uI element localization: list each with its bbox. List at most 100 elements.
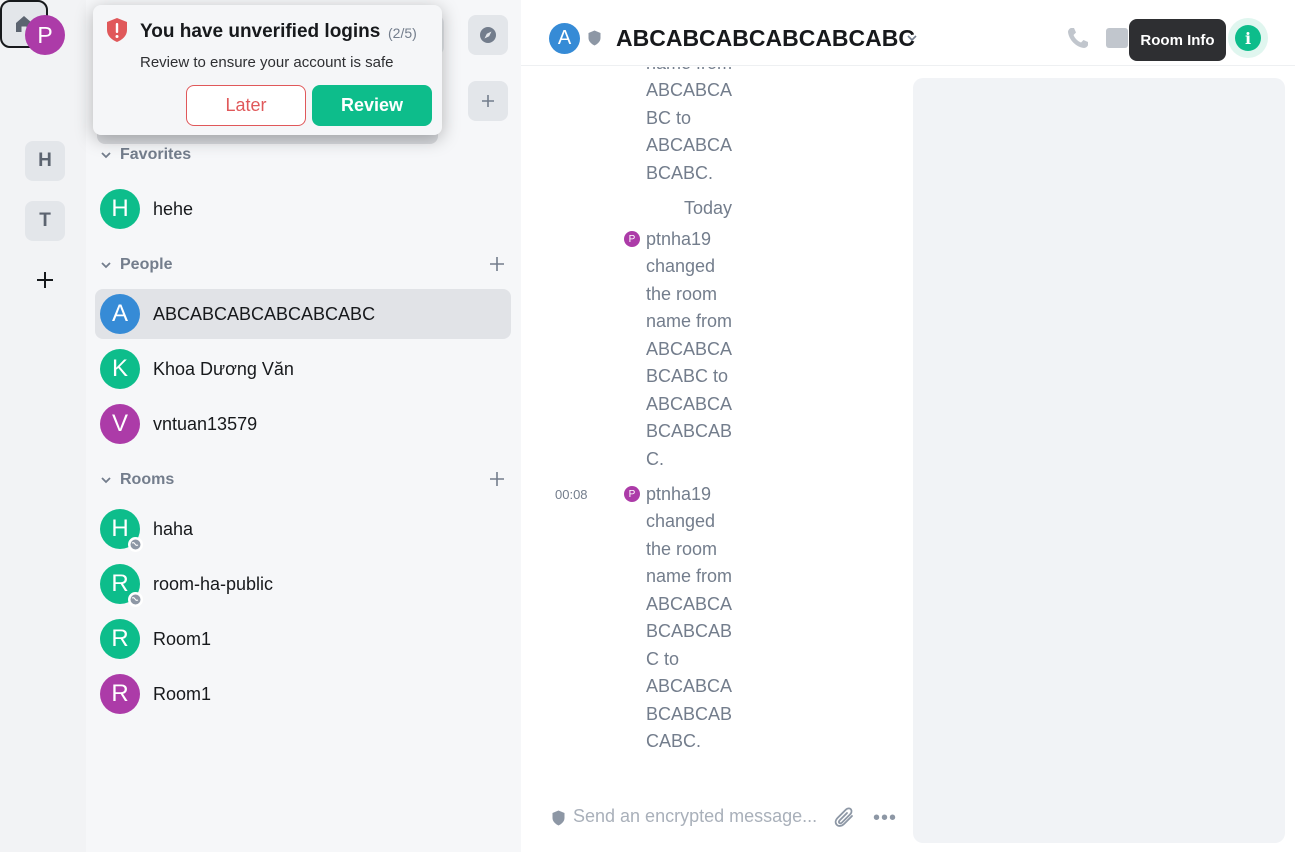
room-name: ABCABCABCABCABCABC [153, 303, 376, 324]
user-avatar[interactable]: P [25, 15, 65, 55]
event-text-line: name from [646, 67, 732, 78]
section-title: People [120, 256, 173, 273]
add-person-plus-icon[interactable] [489, 256, 505, 272]
event-text-line: ABCABCA [646, 135, 733, 155]
sender-avatar[interactable]: P [624, 486, 640, 502]
create-space-plus-icon[interactable] [33, 268, 57, 292]
event-timestamp: 00:08 [555, 487, 588, 502]
event-text-line: ptnha19 [646, 484, 712, 504]
unverified-logins-toast: You have unverified logins (2/5) Review … [93, 5, 442, 135]
room-name: hehe [153, 198, 194, 219]
room-avatar: A [100, 294, 140, 334]
event-text-line: ptnha19 [646, 229, 712, 249]
add-room-plus-icon[interactable] [489, 471, 505, 487]
room-name: Room1 [153, 628, 212, 649]
event-text-line: ABCABCA [646, 594, 733, 614]
event-text-line: ABCABCA [646, 394, 733, 414]
event-text-line: ABCABCA [646, 676, 733, 696]
room-name: haha [153, 518, 194, 539]
message-input[interactable]: Send an encrypted message... [573, 806, 817, 827]
room-title[interactable]: ABCABCABCABCABCABC [616, 25, 915, 52]
event-text-line: C to [646, 649, 680, 669]
room-name: vntuan13579 [153, 413, 258, 434]
space-h[interactable]: H [25, 141, 65, 181]
review-button[interactable]: Review [312, 85, 432, 126]
chevron-down-icon[interactable] [906, 32, 918, 44]
room-name: Room1 [153, 683, 212, 704]
space-t[interactable]: T [25, 201, 65, 241]
room-header: A ABCABCABCABCABCABC Room Info i [521, 0, 1295, 66]
event-text-line: name from [646, 566, 733, 586]
event-text-line: ABCABCA [646, 339, 733, 359]
encryption-shield-icon [588, 30, 601, 46]
room-row-room1-green[interactable]: R Room1 [95, 614, 511, 664]
room-row-hehe[interactable]: H hehe [95, 184, 511, 234]
add-room-button[interactable] [468, 81, 508, 121]
space-bar: P H T [0, 0, 86, 852]
favorites-section-header[interactable]: Favorites [100, 144, 191, 166]
room-avatar: R [100, 564, 143, 607]
room-header-avatar[interactable]: A [549, 23, 580, 54]
chevron-down-icon [101, 152, 111, 159]
more-options-icon[interactable]: ••• [873, 807, 897, 830]
room-info-tooltip: Room Info [1129, 19, 1226, 61]
explore-rooms-button[interactable] [468, 15, 508, 55]
toast-title: You have unverified logins [140, 21, 381, 42]
voice-call-icon[interactable] [1065, 25, 1091, 51]
warning-shield-icon [107, 18, 127, 42]
later-button[interactable]: Later [186, 85, 306, 126]
event-text-line: ABCABCA [646, 80, 733, 100]
avatar-initial: H [111, 515, 129, 542]
room-avatar: V [100, 404, 140, 444]
event-text-line: BCABC to [646, 366, 729, 386]
room-avatar: R [100, 619, 140, 659]
room-row-room-ha-public[interactable]: R room-ha-public [95, 559, 511, 609]
timeline: name from ABCABCA BC to ABCABCA BCABC. T… [521, 67, 911, 787]
compass-icon [480, 27, 496, 43]
event-text-line: changed [646, 256, 716, 276]
room-row-haha[interactable]: H haha [95, 504, 511, 554]
event-text-line: BCABCAB [646, 421, 733, 441]
encryption-shield-icon [552, 810, 565, 826]
video-call-icon[interactable] [1106, 28, 1128, 48]
paperclip-icon[interactable] [833, 805, 857, 831]
room-row-abcabc[interactable]: A ABCABCABCABCABCABC [95, 289, 511, 339]
room-info-button[interactable]: i [1228, 18, 1268, 58]
toast-description: Review to ensure your account is safe [140, 54, 394, 71]
avatar-initial: R [111, 570, 129, 597]
rooms-section-header[interactable]: Rooms [100, 469, 174, 491]
room-row-vntuan[interactable]: V vntuan13579 [95, 399, 511, 449]
people-section-header[interactable]: People [100, 254, 172, 276]
event-text-line: the room [646, 539, 718, 559]
section-title: Favorites [120, 146, 192, 163]
public-globe-icon [128, 537, 143, 552]
event-text-line: BC to [646, 108, 692, 128]
right-panel [913, 78, 1285, 843]
room-avatar: K [100, 349, 140, 389]
plus-icon [482, 95, 494, 107]
room-name: Khoa Dương Văn [153, 358, 294, 379]
event-text-line: CABC. [646, 731, 702, 751]
room-name: room-ha-public [153, 573, 274, 594]
chevron-down-icon [101, 262, 111, 269]
event-text-line: changed [646, 511, 716, 531]
room-avatar: H [100, 189, 140, 229]
event-text-line: name from [646, 311, 733, 331]
event-text-line: C. [646, 449, 664, 469]
message-composer: Send an encrypted message... ••• [521, 795, 911, 840]
info-icon: i [1235, 25, 1261, 51]
room-row-room1-purple[interactable]: R Room1 [95, 669, 511, 719]
room-row-khoa[interactable]: K Khoa Dương Văn [95, 344, 511, 394]
chevron-down-icon [101, 477, 111, 484]
event-text-line: BCABCAB [646, 621, 733, 641]
room-avatar: H [100, 509, 143, 552]
sender-avatar[interactable]: P [624, 231, 640, 247]
date-separator: Today [684, 198, 733, 218]
event-text-line: BCABCAB [646, 704, 733, 724]
toast-count: (2/5) [388, 25, 417, 41]
event-text-line: the room [646, 284, 718, 304]
public-globe-icon [128, 592, 143, 607]
room-avatar: R [100, 674, 140, 714]
event-text-line: BCABC. [646, 163, 714, 183]
section-title: Rooms [120, 471, 175, 488]
